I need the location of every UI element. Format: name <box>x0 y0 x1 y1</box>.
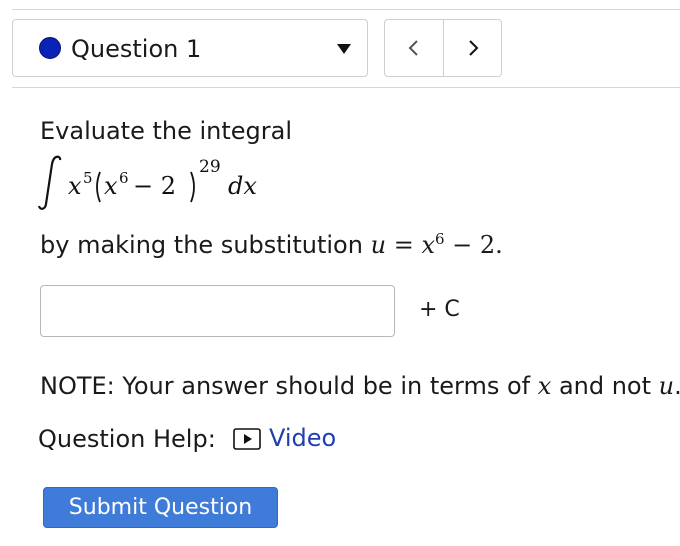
substitution-equals: = <box>393 231 414 259</box>
inner-minus-two: − 2 <box>133 172 176 200</box>
answer-input[interactable] <box>40 285 395 337</box>
substitution-lhs: u <box>370 231 387 259</box>
top-divider <box>12 9 680 10</box>
right-paren <box>190 171 195 203</box>
note-var-x: x <box>537 372 552 400</box>
substitution-text: by making the substitution u = x6 − 2. <box>40 225 503 259</box>
question-nav <box>384 19 502 77</box>
chevron-left-icon <box>408 40 418 56</box>
header-divider <box>12 87 680 88</box>
substitution-prefix: by making the substitution <box>40 231 363 259</box>
previous-question-button[interactable] <box>385 20 443 76</box>
plus-c-label: + C <box>419 297 460 322</box>
chevron-right-icon <box>469 40 479 56</box>
integrand-exponent: 5 <box>83 169 93 187</box>
question-selector[interactable]: Question 1 <box>12 19 368 77</box>
inner-base: x <box>104 172 118 200</box>
note-var-u: u <box>658 372 675 400</box>
dropdown-caret-icon <box>337 44 351 54</box>
video-link-label: Video <box>269 424 337 452</box>
note-text: NOTE: Your answer should be in terms of … <box>40 372 680 400</box>
video-play-icon <box>233 428 261 450</box>
note-middle: and not <box>558 372 652 400</box>
substitution-rest: − 2. <box>452 231 503 259</box>
question-label: Question 1 <box>71 35 202 63</box>
substitution-base: x <box>421 231 435 259</box>
inner-exponent: 6 <box>119 169 129 187</box>
submit-question-button[interactable]: Submit Question <box>43 487 278 528</box>
integral-expression: x 5 x 6 − 2 29 dx <box>38 155 257 210</box>
integrand-base: x <box>68 172 82 200</box>
problem-prompt: Evaluate the integral <box>40 117 293 145</box>
next-question-button[interactable] <box>444 20 502 76</box>
question-help-label: Question Help: <box>38 425 216 453</box>
left-paren <box>96 171 101 203</box>
question-status-dot <box>39 37 61 59</box>
substitution-exponent: 6 <box>434 230 445 248</box>
outer-exponent: 29 <box>199 157 221 177</box>
note-prefix: NOTE: Your answer should be in terms of <box>40 372 531 400</box>
integral-sign <box>38 155 62 210</box>
differential: dx <box>228 172 257 200</box>
note-end: . <box>674 372 680 400</box>
